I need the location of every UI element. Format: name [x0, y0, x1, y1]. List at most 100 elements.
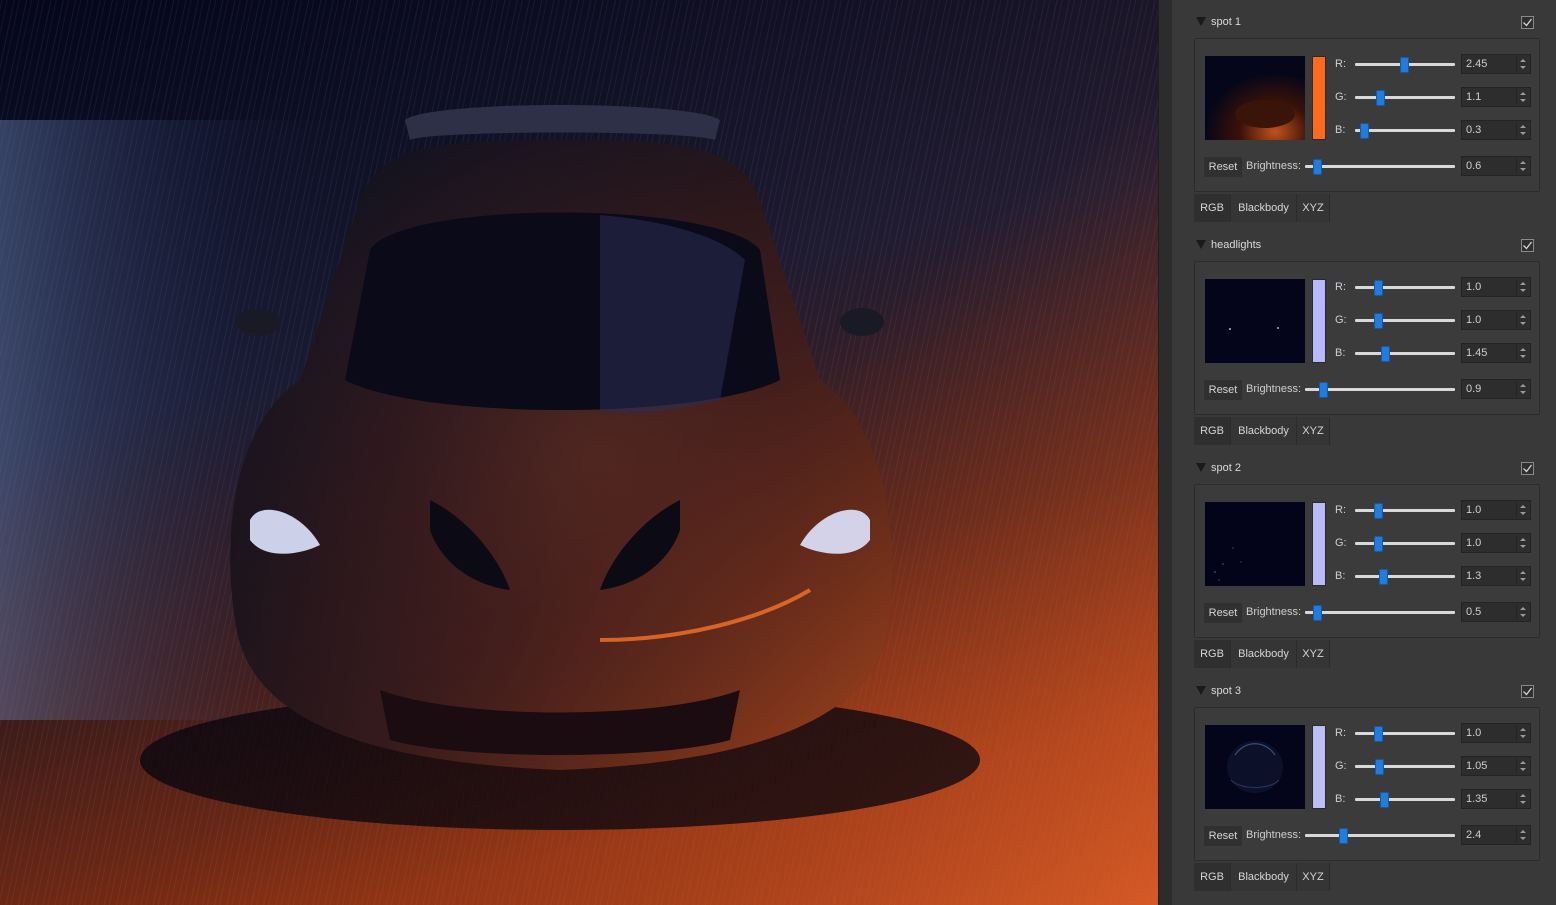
light-enabled-checkbox[interactable]	[1521, 239, 1534, 252]
slider-handle	[1319, 382, 1328, 398]
r-slider[interactable]	[1355, 280, 1455, 296]
spin-down-icon[interactable]	[1520, 837, 1526, 840]
spin-down-icon[interactable]	[1520, 322, 1526, 325]
light-enabled-checkbox[interactable]	[1521, 16, 1534, 29]
render-viewport[interactable]	[0, 0, 1158, 905]
tab-rgb[interactable]: RGB	[1194, 863, 1231, 891]
tab-xyz[interactable]: XYZ	[1297, 417, 1330, 445]
spin-down-icon[interactable]	[1520, 801, 1526, 804]
b-spinbox[interactable]: 0.3	[1461, 120, 1531, 140]
tab-rgb[interactable]: RGB	[1194, 640, 1231, 668]
g-slider[interactable]	[1355, 759, 1455, 775]
r-spinbox[interactable]: 2.45	[1461, 54, 1531, 74]
tab-rgb[interactable]: RGB	[1194, 417, 1231, 445]
spin-down-icon[interactable]	[1520, 355, 1526, 358]
b-slider[interactable]	[1355, 123, 1455, 139]
g-spinbox[interactable]: 1.0	[1461, 533, 1531, 553]
spin-up-icon[interactable]	[1520, 571, 1526, 574]
light-enabled-checkbox[interactable]	[1521, 685, 1534, 698]
spin-down-icon[interactable]	[1520, 66, 1526, 69]
light-name: spot 3	[1211, 685, 1241, 697]
b-slider[interactable]	[1355, 569, 1455, 585]
spin-up-icon[interactable]	[1520, 315, 1526, 318]
reset-button[interactable]: Reset	[1204, 826, 1242, 846]
b-spinbox[interactable]: 1.3	[1461, 566, 1531, 586]
tab-blackbody[interactable]: Blackbody	[1231, 194, 1297, 222]
spin-up-icon[interactable]	[1520, 728, 1526, 731]
spin-down-icon[interactable]	[1520, 168, 1526, 171]
light-enabled-checkbox[interactable]	[1521, 462, 1534, 475]
spin-down-icon[interactable]	[1520, 768, 1526, 771]
g-spinbox[interactable]: 1.1	[1461, 87, 1531, 107]
g-spinbox[interactable]: 1.05	[1461, 756, 1531, 776]
spin-down-icon[interactable]	[1520, 614, 1526, 617]
light-group-header[interactable]: spot 3	[1194, 683, 1540, 701]
r-spinbox[interactable]: 1.0	[1461, 723, 1531, 743]
spin-down-icon[interactable]	[1520, 735, 1526, 738]
tab-xyz[interactable]: XYZ	[1297, 863, 1330, 891]
b-spinbox[interactable]: 1.45	[1461, 343, 1531, 363]
tab-blackbody[interactable]: Blackbody	[1231, 417, 1297, 445]
tab-xyz[interactable]: XYZ	[1297, 194, 1330, 222]
spin-up-icon[interactable]	[1520, 761, 1526, 764]
spin-up-icon[interactable]	[1520, 830, 1526, 833]
brightness-slider[interactable]	[1305, 159, 1455, 175]
b-slider[interactable]	[1355, 346, 1455, 362]
spin-down-icon[interactable]	[1520, 578, 1526, 581]
spin-down-icon[interactable]	[1520, 289, 1526, 292]
light-color-swatch[interactable]	[1312, 56, 1326, 140]
light-color-swatch[interactable]	[1312, 725, 1326, 809]
spin-up-icon[interactable]	[1520, 282, 1526, 285]
collapse-arrow-icon[interactable]	[1196, 17, 1206, 26]
spin-up-icon[interactable]	[1520, 161, 1526, 164]
brightness-spinbox[interactable]: 0.6	[1461, 156, 1531, 176]
collapse-arrow-icon[interactable]	[1196, 463, 1206, 472]
brightness-spinbox[interactable]: 0.5	[1461, 602, 1531, 622]
spin-up-icon[interactable]	[1520, 92, 1526, 95]
g-slider[interactable]	[1355, 536, 1455, 552]
brightness-spinbox[interactable]: 2.4	[1461, 825, 1531, 845]
tab-xyz[interactable]: XYZ	[1297, 640, 1330, 668]
spin-down-icon[interactable]	[1520, 512, 1526, 515]
spin-up-icon[interactable]	[1520, 348, 1526, 351]
light-color-swatch[interactable]	[1312, 279, 1326, 363]
panel-splitter[interactable]	[1158, 0, 1172, 905]
collapse-arrow-icon[interactable]	[1196, 240, 1206, 249]
spin-up-icon[interactable]	[1520, 59, 1526, 62]
g-slider[interactable]	[1355, 313, 1455, 329]
r-spinbox[interactable]: 1.0	[1461, 500, 1531, 520]
spin-up-icon[interactable]	[1520, 384, 1526, 387]
r-spinbox[interactable]: 1.0	[1461, 277, 1531, 297]
reset-button[interactable]: Reset	[1204, 603, 1242, 623]
g-spinbox[interactable]: 1.0	[1461, 310, 1531, 330]
brightness-slider[interactable]	[1305, 828, 1455, 844]
b-spinbox[interactable]: 1.35	[1461, 789, 1531, 809]
tab-blackbody[interactable]: Blackbody	[1231, 863, 1297, 891]
spin-up-icon[interactable]	[1520, 125, 1526, 128]
light-group-header[interactable]: spot 1	[1194, 14, 1540, 32]
spin-up-icon[interactable]	[1520, 538, 1526, 541]
g-slider[interactable]	[1355, 90, 1455, 106]
spin-up-icon[interactable]	[1520, 505, 1526, 508]
r-slider[interactable]	[1355, 726, 1455, 742]
light-color-swatch[interactable]	[1312, 502, 1326, 586]
spin-down-icon[interactable]	[1520, 391, 1526, 394]
spin-down-icon[interactable]	[1520, 545, 1526, 548]
tab-blackbody[interactable]: Blackbody	[1231, 640, 1297, 668]
brightness-slider[interactable]	[1305, 605, 1455, 621]
light-group-header[interactable]: spot 2	[1194, 460, 1540, 478]
tab-rgb[interactable]: RGB	[1194, 194, 1231, 222]
b-slider[interactable]	[1355, 792, 1455, 808]
spin-up-icon[interactable]	[1520, 794, 1526, 797]
reset-button[interactable]: Reset	[1204, 157, 1242, 177]
spin-down-icon[interactable]	[1520, 99, 1526, 102]
r-slider[interactable]	[1355, 503, 1455, 519]
collapse-arrow-icon[interactable]	[1196, 686, 1206, 695]
brightness-slider[interactable]	[1305, 382, 1455, 398]
spin-up-icon[interactable]	[1520, 607, 1526, 610]
brightness-spinbox[interactable]: 0.9	[1461, 379, 1531, 399]
r-slider[interactable]	[1355, 57, 1455, 73]
reset-button[interactable]: Reset	[1204, 380, 1242, 400]
spin-down-icon[interactable]	[1520, 132, 1526, 135]
light-group-header[interactable]: headlights	[1194, 237, 1540, 255]
